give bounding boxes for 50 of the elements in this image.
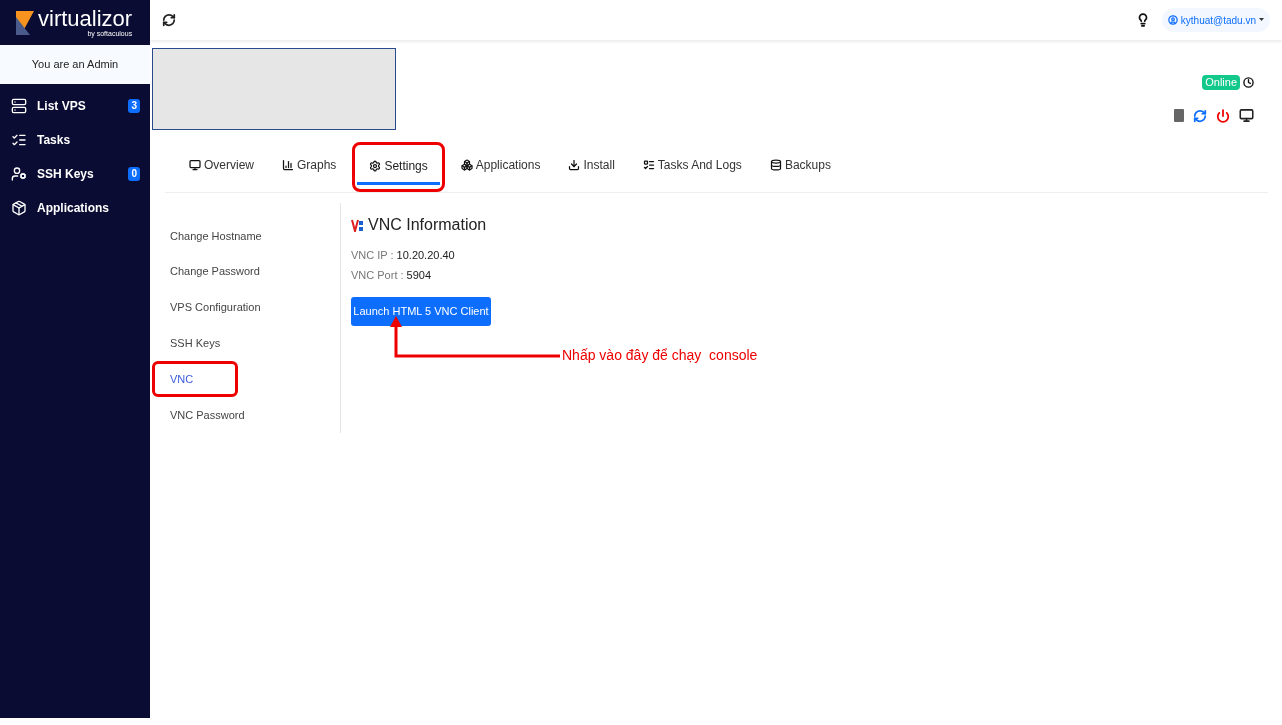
field-label: VNC Port : <box>351 267 404 283</box>
database-icon <box>769 159 782 171</box>
download-icon <box>568 159 581 171</box>
settings-menu-item[interactable]: VNC Password <box>170 406 245 424</box>
caret-icon <box>1259 18 1264 22</box>
boxes-icon <box>460 159 473 171</box>
tab[interactable]: Settings <box>357 150 440 185</box>
user-menu[interactable]: kythuat@tadu.vn <box>1161 8 1270 32</box>
tab[interactable]: Overview <box>177 149 266 184</box>
checklist-icon <box>642 159 655 171</box>
tab[interactable]: Tasks And Logs <box>630 149 754 184</box>
field-label: VNC IP : <box>351 248 394 263</box>
settings-menu-item[interactable]: Change Hostname <box>170 227 262 245</box>
checklist-icon <box>11 132 27 148</box>
refresh-icon[interactable] <box>162 13 176 27</box>
gear-icon <box>369 160 382 172</box>
settings-menu-item[interactable]: Change Password <box>170 263 260 280</box>
package-icon <box>11 200 27 216</box>
vnc-logo-icon <box>351 218 364 232</box>
restart-icon[interactable] <box>1193 108 1207 123</box>
field-value: 10.20.20.40 <box>396 248 455 263</box>
monitor-icon <box>189 159 201 171</box>
sidebar-item[interactable]: Tasks <box>0 123 150 157</box>
field-value: 5904 <box>406 267 432 283</box>
count-badge: 3 <box>128 99 140 113</box>
status-badge: Online <box>1202 75 1240 90</box>
logo-text: virtualizor <box>38 7 133 30</box>
sidebar-item[interactable]: SSH Keys 0 <box>0 157 150 191</box>
settings-menu-item[interactable]: VPS Configuration <box>170 299 261 316</box>
settings-menu-item[interactable]: VNC <box>170 370 194 388</box>
tab[interactable]: Applications <box>448 149 553 184</box>
annotation-text: Nhấp vào đây để chạy console <box>562 346 758 365</box>
sidebar-item[interactable]: Applications <box>0 191 150 225</box>
launch-vnc-button[interactable]: Launch HTML 5 VNC Client <box>351 297 491 326</box>
tab[interactable]: Graphs <box>270 149 349 184</box>
settings-menu-item[interactable]: SSH Keys <box>170 334 221 352</box>
user-gear-icon <box>11 166 27 182</box>
power-icon[interactable] <box>1216 108 1230 123</box>
role-label: You are an Admin <box>31 57 119 73</box>
tab[interactable]: Backups <box>757 149 843 184</box>
sidebar-item[interactable]: List VPS 3 <box>0 89 150 123</box>
tab[interactable]: Install <box>556 149 627 184</box>
logo-icon <box>16 10 34 35</box>
clock-icon <box>1243 77 1254 88</box>
server-icon <box>11 98 27 114</box>
section-title: VNC Information <box>368 215 487 235</box>
bar-chart-icon <box>282 159 294 171</box>
monitor-icon[interactable] <box>1239 108 1254 123</box>
user-icon <box>1167 15 1178 25</box>
count-badge: 0 <box>128 167 140 181</box>
